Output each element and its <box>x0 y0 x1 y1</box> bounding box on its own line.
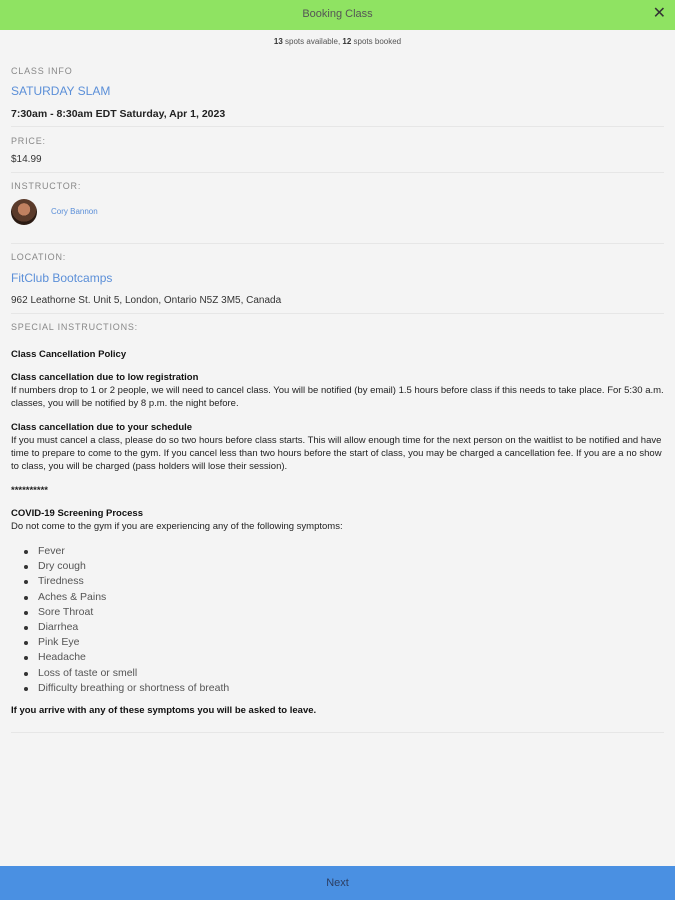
next-button-label: Next <box>326 877 349 889</box>
list-item: Dry cough <box>24 559 229 574</box>
spots-summary: 13 spots available, 12 spots booked <box>0 37 675 46</box>
warning-text-bold: If you arrive with any of these symptoms… <box>11 705 317 716</box>
policy-title-text: Class Cancellation Policy <box>11 349 127 360</box>
instructor-label: INSTRUCTOR: <box>11 181 82 191</box>
spots-available-text: spots available, <box>282 37 343 46</box>
divider <box>11 172 664 173</box>
close-icon[interactable]: ✕ <box>653 5 666 23</box>
covid-title: COVID-19 Screening Process <box>11 508 143 519</box>
next-button[interactable]: Next <box>0 866 675 900</box>
low-registration-title: Class cancellation due to low registrati… <box>11 372 199 383</box>
class-time: 7:30am - 8:30am EDT Saturday, Apr 1, 202… <box>11 108 226 120</box>
list-item: Sore Throat <box>24 605 229 620</box>
instructor-avatar[interactable] <box>11 199 37 225</box>
location-address: 962 Leathorne St. Unit 5, London, Ontari… <box>11 295 282 306</box>
list-item: Tiredness <box>24 574 229 589</box>
instructor-name-link[interactable]: Cory Bannon <box>51 207 98 216</box>
symptom-list: Fever Dry cough Tiredness Aches & Pains … <box>24 544 229 696</box>
low-registration-section: Class cancellation due to low registrati… <box>11 371 664 410</box>
spots-booked-count: 12 <box>342 37 352 46</box>
location-name-link[interactable]: FitClub Bootcamps <box>11 271 112 285</box>
divider <box>11 313 664 314</box>
low-registration-text: If numbers drop to 1 or 2 people, we wil… <box>11 385 664 409</box>
special-instructions-label: SPECIAL INSTRUCTIONS: <box>11 322 138 332</box>
list-item: Diarrhea <box>24 620 229 635</box>
spots-booked-text: spots booked <box>351 37 402 46</box>
covid-intro: Do not come to the gym if you are experi… <box>11 521 343 532</box>
schedule-section: Class cancellation due to your schedule … <box>11 421 664 473</box>
price-value: $14.99 <box>11 154 42 165</box>
covid-section: COVID-19 Screening Process Do not come t… <box>11 507 664 533</box>
header-bar: Booking Class ✕ <box>0 0 675 30</box>
separator-stars: ********** <box>11 485 48 496</box>
price-label: PRICE: <box>11 136 46 146</box>
policy-title: Class Cancellation Policy <box>11 348 664 361</box>
class-name: SATURDAY SLAM <box>11 84 111 98</box>
list-item: Pink Eye <box>24 635 229 650</box>
list-item: Headache <box>24 650 229 665</box>
schedule-text: If you must cancel a class, please do so… <box>11 435 662 472</box>
list-item: Aches & Pains <box>24 590 229 605</box>
class-info-label: CLASS INFO <box>11 66 73 76</box>
divider <box>11 243 664 244</box>
divider <box>11 126 664 127</box>
list-item: Fever <box>24 544 229 559</box>
list-item: Loss of taste or smell <box>24 666 229 681</box>
spots-available-count: 13 <box>273 37 283 46</box>
location-label: LOCATION: <box>11 252 67 262</box>
schedule-title: Class cancellation due to your schedule <box>11 422 193 433</box>
list-item: Difficulty breathing or shortness of bre… <box>24 681 229 696</box>
warning-text: If you arrive with any of these symptoms… <box>11 704 664 717</box>
dialog-title: Booking Class <box>302 8 373 20</box>
divider <box>11 732 664 733</box>
